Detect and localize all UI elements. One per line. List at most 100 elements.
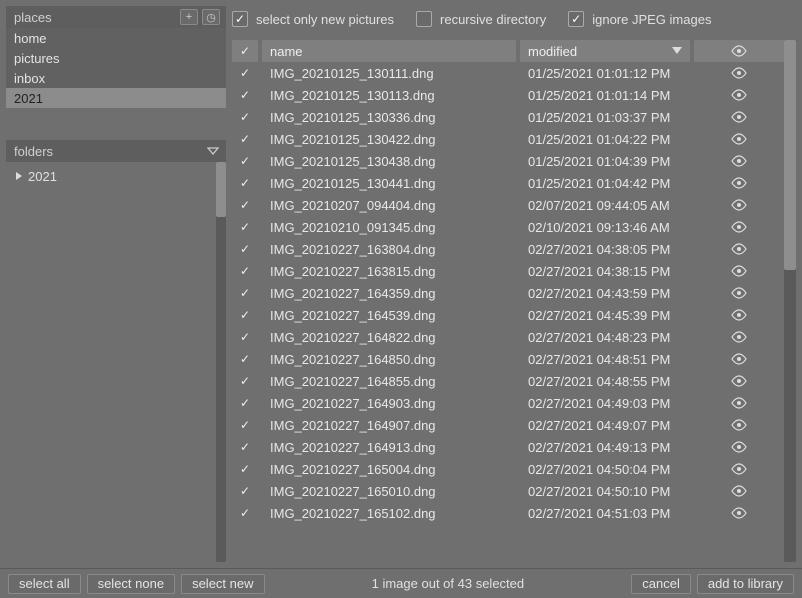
- row-check[interactable]: ✓: [232, 264, 258, 278]
- column-header-visibility[interactable]: [694, 40, 784, 62]
- row-visibility[interactable]: [694, 199, 784, 211]
- row-filename: IMG_20210227_164539.dng: [262, 308, 516, 323]
- row-check[interactable]: ✓: [232, 506, 258, 520]
- row-visibility[interactable]: [694, 177, 784, 189]
- select-new-checkbox[interactable]: [232, 11, 248, 27]
- places-item[interactable]: 2021: [6, 88, 226, 108]
- eye-icon: [731, 243, 747, 255]
- table-row[interactable]: ✓IMG_20210227_164850.dng02/27/2021 04:48…: [232, 348, 784, 370]
- table-row[interactable]: ✓IMG_20210227_164539.dng02/27/2021 04:45…: [232, 304, 784, 326]
- row-visibility[interactable]: [694, 507, 784, 519]
- places-item[interactable]: inbox: [6, 68, 226, 88]
- table-row[interactable]: ✓IMG_20210210_091345.dng02/10/2021 09:13…: [232, 216, 784, 238]
- row-filename: IMG_20210227_164855.dng: [262, 374, 516, 389]
- table-row[interactable]: ✓IMG_20210227_165004.dng02/27/2021 04:50…: [232, 458, 784, 480]
- row-check[interactable]: ✓: [232, 176, 258, 190]
- row-check[interactable]: ✓: [232, 418, 258, 432]
- table-header: ✓ name modified: [232, 40, 784, 62]
- table-row[interactable]: ✓IMG_20210227_163804.dng02/27/2021 04:38…: [232, 238, 784, 260]
- folders-scrollbar[interactable]: [216, 162, 226, 562]
- table-row[interactable]: ✓IMG_20210207_094404.dng02/07/2021 09:44…: [232, 194, 784, 216]
- row-check[interactable]: ✓: [232, 242, 258, 256]
- table-row[interactable]: ✓IMG_20210227_164855.dng02/27/2021 04:48…: [232, 370, 784, 392]
- row-visibility[interactable]: [694, 155, 784, 167]
- row-visibility[interactable]: [694, 243, 784, 255]
- row-modified: 02/27/2021 04:50:10 PM: [520, 484, 690, 499]
- row-check[interactable]: ✓: [232, 66, 258, 80]
- table-row[interactable]: ✓IMG_20210227_164822.dng02/27/2021 04:48…: [232, 326, 784, 348]
- add-place-button[interactable]: +: [180, 9, 198, 25]
- table-body: ✓IMG_20210125_130111.dng01/25/2021 01:01…: [232, 62, 784, 562]
- recent-places-button[interactable]: ◷: [202, 9, 220, 25]
- folders-collapse-icon[interactable]: [206, 144, 220, 158]
- row-visibility[interactable]: [694, 309, 784, 321]
- row-check[interactable]: ✓: [232, 484, 258, 498]
- table-row[interactable]: ✓IMG_20210227_165010.dng02/27/2021 04:50…: [232, 480, 784, 502]
- row-visibility[interactable]: [694, 331, 784, 343]
- table-row[interactable]: ✓IMG_20210125_130113.dng01/25/2021 01:01…: [232, 84, 784, 106]
- row-check[interactable]: ✓: [232, 198, 258, 212]
- row-visibility[interactable]: [694, 441, 784, 453]
- eye-icon: [731, 419, 747, 431]
- row-check[interactable]: ✓: [232, 374, 258, 388]
- row-visibility[interactable]: [694, 353, 784, 365]
- row-check[interactable]: ✓: [232, 440, 258, 454]
- row-visibility[interactable]: [694, 67, 784, 79]
- add-to-library-button[interactable]: add to library: [697, 574, 794, 594]
- recursive-checkbox[interactable]: [416, 11, 432, 27]
- select-none-button[interactable]: select none: [87, 574, 176, 594]
- table-row[interactable]: ✓IMG_20210227_164913.dng02/27/2021 04:49…: [232, 436, 784, 458]
- row-visibility[interactable]: [694, 221, 784, 233]
- table-row[interactable]: ✓IMG_20210125_130441.dng01/25/2021 01:04…: [232, 172, 784, 194]
- eye-icon: [731, 111, 747, 123]
- row-check[interactable]: ✓: [232, 154, 258, 168]
- ignore-jpeg-checkbox[interactable]: [568, 11, 584, 27]
- row-check[interactable]: ✓: [232, 462, 258, 476]
- row-visibility[interactable]: [694, 375, 784, 387]
- table-row[interactable]: ✓IMG_20210227_163815.dng02/27/2021 04:38…: [232, 260, 784, 282]
- table-scrollbar[interactable]: [784, 40, 796, 562]
- table-row[interactable]: ✓IMG_20210125_130438.dng01/25/2021 01:04…: [232, 150, 784, 172]
- places-item[interactable]: home: [6, 28, 226, 48]
- row-visibility[interactable]: [694, 111, 784, 123]
- row-visibility[interactable]: [694, 287, 784, 299]
- eye-icon: [731, 375, 747, 387]
- table-row[interactable]: ✓IMG_20210227_164903.dng02/27/2021 04:49…: [232, 392, 784, 414]
- row-check[interactable]: ✓: [232, 396, 258, 410]
- row-filename: IMG_20210227_164822.dng: [262, 330, 516, 345]
- row-visibility[interactable]: [694, 397, 784, 409]
- select-all-button[interactable]: select all: [8, 574, 81, 594]
- row-visibility[interactable]: [694, 133, 784, 145]
- table-row[interactable]: ✓IMG_20210125_130111.dng01/25/2021 01:01…: [232, 62, 784, 84]
- places-item[interactable]: pictures: [6, 48, 226, 68]
- table-row[interactable]: ✓IMG_20210227_164359.dng02/27/2021 04:43…: [232, 282, 784, 304]
- column-header-name[interactable]: name: [262, 40, 516, 62]
- table-row[interactable]: ✓IMG_20210125_130336.dng01/25/2021 01:03…: [232, 106, 784, 128]
- row-visibility[interactable]: [694, 265, 784, 277]
- table-row[interactable]: ✓IMG_20210227_164907.dng02/27/2021 04:49…: [232, 414, 784, 436]
- row-modified: 02/27/2021 04:38:15 PM: [520, 264, 690, 279]
- row-check[interactable]: ✓: [232, 330, 258, 344]
- row-check[interactable]: ✓: [232, 220, 258, 234]
- row-check[interactable]: ✓: [232, 352, 258, 366]
- row-filename: IMG_20210227_164913.dng: [262, 440, 516, 455]
- row-visibility[interactable]: [694, 419, 784, 431]
- row-check[interactable]: ✓: [232, 88, 258, 102]
- row-visibility[interactable]: [694, 485, 784, 497]
- select-new-button[interactable]: select new: [181, 574, 264, 594]
- row-check[interactable]: ✓: [232, 308, 258, 322]
- row-check[interactable]: ✓: [232, 132, 258, 146]
- table-row[interactable]: ✓IMG_20210125_130422.dng01/25/2021 01:04…: [232, 128, 784, 150]
- row-visibility[interactable]: [694, 463, 784, 475]
- column-header-modified[interactable]: modified: [520, 40, 690, 62]
- eye-icon: [731, 199, 747, 211]
- row-check[interactable]: ✓: [232, 110, 258, 124]
- row-check[interactable]: ✓: [232, 286, 258, 300]
- table-row[interactable]: ✓IMG_20210227_165102.dng02/27/2021 04:51…: [232, 502, 784, 524]
- row-modified: 01/25/2021 01:04:22 PM: [520, 132, 690, 147]
- folder-tree-item[interactable]: 2021: [8, 166, 214, 186]
- column-header-check[interactable]: ✓: [232, 40, 258, 62]
- row-visibility[interactable]: [694, 89, 784, 101]
- cancel-button[interactable]: cancel: [631, 574, 691, 594]
- select-new-label: select only new pictures: [256, 12, 394, 27]
